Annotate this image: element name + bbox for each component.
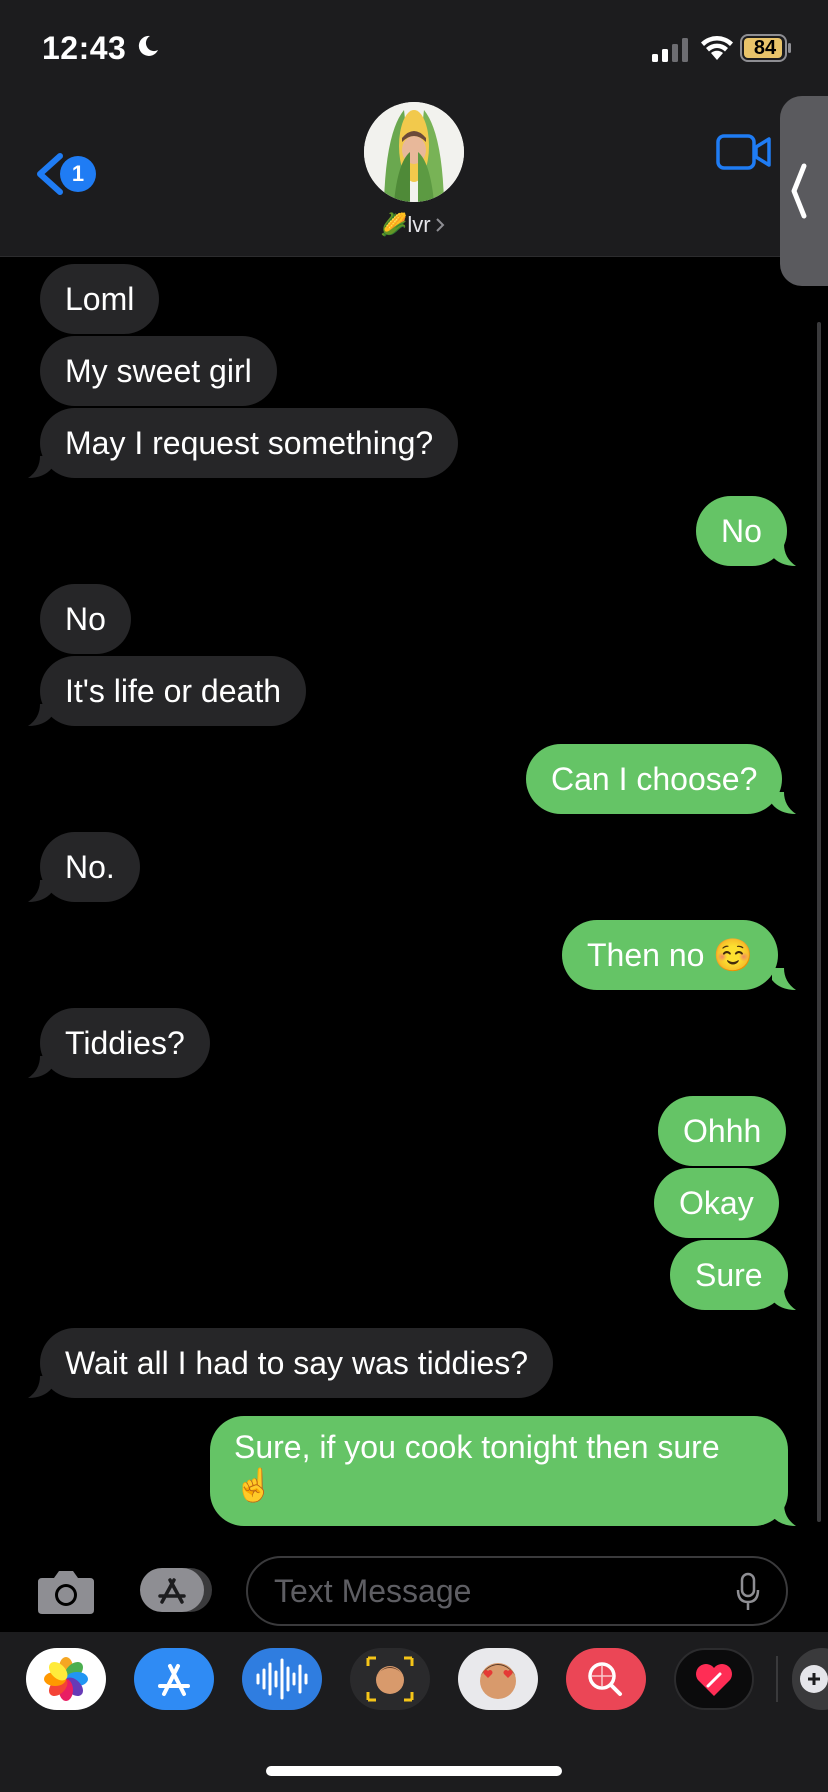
bubble-tail bbox=[28, 880, 52, 902]
message-bubble-received[interactable]: My sweet girl bbox=[40, 336, 277, 406]
cellular-signal-icon bbox=[652, 38, 688, 62]
home-indicator[interactable] bbox=[266, 1766, 562, 1776]
bubble-tail bbox=[772, 792, 796, 814]
wifi-icon bbox=[701, 36, 733, 60]
app-store-app-button[interactable] bbox=[134, 1648, 214, 1710]
message-bubble-received[interactable]: Loml bbox=[40, 264, 160, 334]
bubble-tail bbox=[28, 1056, 52, 1078]
facetime-video-icon[interactable] bbox=[716, 132, 772, 172]
app-drawer-divider bbox=[776, 1656, 778, 1702]
battery-percentage: 84 bbox=[753, 37, 777, 59]
unread-count-badge[interactable]: 1 bbox=[60, 156, 96, 192]
microphone-icon[interactable] bbox=[736, 1572, 760, 1612]
bubble-tail bbox=[772, 1288, 796, 1310]
bubble-tail bbox=[772, 1504, 796, 1526]
app-store-icon bbox=[158, 1664, 190, 1696]
app-store-apps-icon[interactable] bbox=[138, 1566, 214, 1614]
corn-avatar-image bbox=[364, 102, 464, 202]
message-bubble-received[interactable]: May I request something? bbox=[40, 408, 459, 478]
photos-app-button[interactable] bbox=[26, 1648, 106, 1710]
image-search-icon bbox=[588, 1662, 622, 1696]
message-bubble-received[interactable]: No. bbox=[40, 832, 140, 902]
image-search-app-button[interactable] bbox=[566, 1648, 646, 1710]
bubble-tail bbox=[28, 1376, 52, 1398]
photos-icon bbox=[44, 1657, 88, 1701]
bubble-tail bbox=[28, 456, 52, 478]
memoji-stickers-icon bbox=[480, 1663, 516, 1699]
memoji-camera-app-button[interactable] bbox=[350, 1648, 430, 1710]
audio-message-app-button[interactable] bbox=[242, 1648, 322, 1710]
memoji-camera-icon bbox=[366, 1656, 414, 1702]
audio-message-icon bbox=[256, 1658, 308, 1700]
message-input[interactable] bbox=[246, 1556, 788, 1626]
message-bubble-sent[interactable]: Sure bbox=[670, 1240, 788, 1310]
message-bubble-sent[interactable]: Then no ☺️ bbox=[562, 920, 779, 990]
chevron-left-icon bbox=[791, 163, 807, 219]
message-bubble-received[interactable]: No bbox=[40, 584, 131, 654]
bubble-tail bbox=[28, 704, 52, 726]
bubble-tail bbox=[772, 968, 796, 990]
status-time: 12:43 bbox=[42, 30, 127, 66]
contact-avatar[interactable] bbox=[364, 102, 464, 202]
side-panel-handle[interactable] bbox=[780, 96, 828, 286]
camera-icon[interactable] bbox=[36, 1566, 96, 1616]
message-bubble-received[interactable]: Wait all I had to say was tiddies? bbox=[40, 1328, 554, 1398]
message-bubble-sent[interactable]: Sure, if you cook tonight then sure ☝️ bbox=[210, 1416, 788, 1526]
message-bubble-sent[interactable]: Can I choose? bbox=[526, 744, 783, 814]
message-bubble-sent[interactable]: Okay bbox=[654, 1168, 779, 1238]
message-bubble-sent[interactable]: Ohhh bbox=[658, 1096, 787, 1166]
bubble-tail bbox=[772, 544, 796, 566]
digital-touch-app-button[interactable] bbox=[674, 1648, 754, 1710]
contact-name: 🌽lvr bbox=[380, 212, 431, 237]
header-divider bbox=[0, 256, 828, 257]
contact-name-button[interactable]: 🌽lvr bbox=[380, 210, 470, 240]
chevron-right-icon bbox=[435, 218, 445, 232]
message-bubble-received[interactable]: It's life or death bbox=[40, 656, 306, 726]
memoji-stickers-app-button[interactable] bbox=[458, 1648, 538, 1710]
digital-touch-icon bbox=[696, 1664, 732, 1696]
message-bubble-received[interactable]: Tiddies? bbox=[40, 1008, 210, 1078]
focus-moon-icon bbox=[138, 35, 158, 56]
scrollbar[interactable] bbox=[817, 322, 821, 1522]
